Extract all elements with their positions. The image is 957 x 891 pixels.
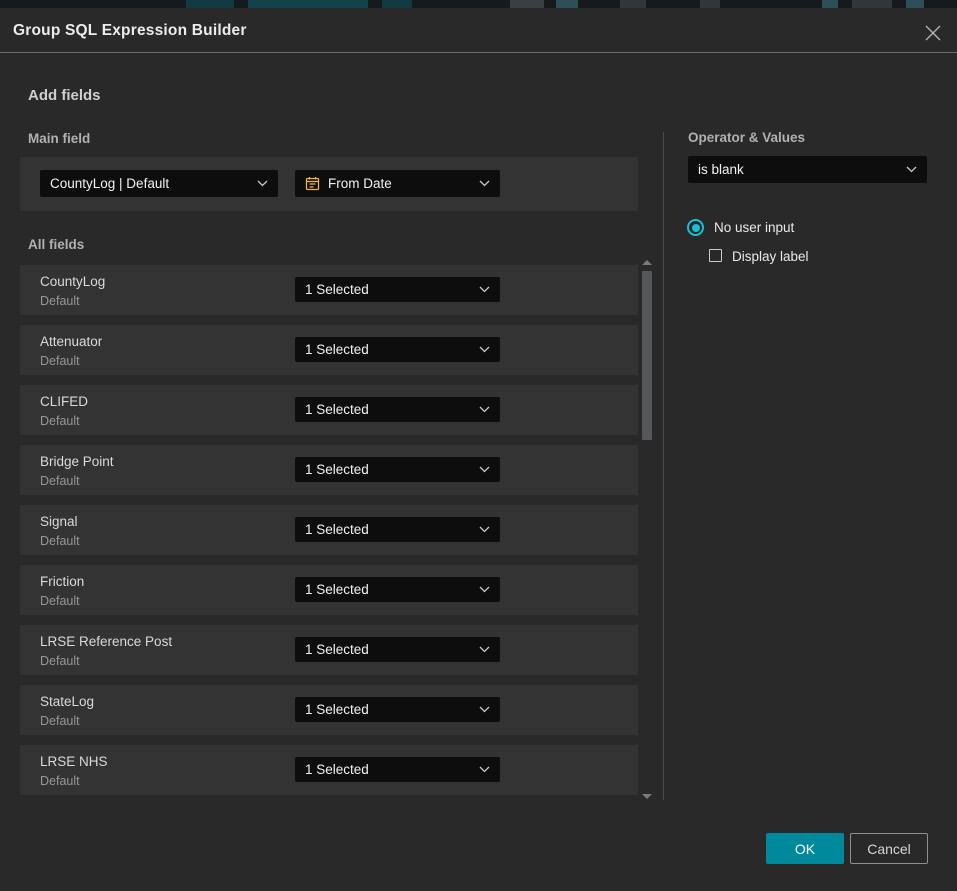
field-selection-dropdown[interactable]: 1 Selected — [295, 397, 500, 422]
scrollbar-down-icon[interactable] — [642, 794, 652, 799]
field-sublabel: Default — [40, 774, 80, 788]
display-label-checkbox[interactable] — [709, 249, 722, 262]
scrollbar-up-icon[interactable] — [642, 260, 652, 265]
add-fields-heading: Add fields — [28, 87, 101, 104]
chevron-down-icon — [906, 166, 917, 173]
no-user-input-label: No user input — [714, 220, 794, 235]
field-name: StateLog — [40, 694, 94, 709]
field-row: Signal Default 1 Selected — [20, 505, 638, 555]
field-selection-value: 1 Selected — [305, 402, 369, 417]
field-selection-value: 1 Selected — [305, 762, 369, 777]
layer-select-value: CountyLog | Default — [50, 176, 169, 191]
cancel-button[interactable]: Cancel — [850, 833, 928, 864]
operator-values-heading: Operator & Values — [688, 130, 805, 145]
background-fragment — [556, 0, 578, 8]
field-row: Attenuator Default 1 Selected — [20, 325, 638, 375]
field-row: CLIFED Default 1 Selected — [20, 385, 638, 435]
dialog-title: Group SQL Expression Builder — [13, 8, 247, 53]
field-selection-dropdown[interactable]: 1 Selected — [295, 697, 500, 722]
screen: Group SQL Expression Builder Add fields … — [0, 0, 957, 891]
field-sublabel: Default — [40, 714, 80, 728]
all-fields-label: All fields — [28, 237, 84, 252]
field-selection-value: 1 Selected — [305, 702, 369, 717]
ok-button[interactable]: OK — [766, 833, 844, 864]
field-selection-value: 1 Selected — [305, 642, 369, 657]
field-selection-dropdown[interactable]: 1 Selected — [295, 277, 500, 302]
field-name: Signal — [40, 514, 78, 529]
field-name: LRSE Reference Post — [40, 634, 172, 649]
field-name: CountyLog — [40, 274, 105, 289]
chevron-down-icon — [479, 466, 490, 473]
chevron-down-icon — [479, 706, 490, 713]
field-name: LRSE NHS — [40, 754, 108, 769]
field-name: Bridge Point — [40, 454, 114, 469]
background-fragment — [186, 0, 234, 8]
chevron-down-icon — [479, 766, 490, 773]
chevron-down-icon — [479, 406, 490, 413]
chevron-down-icon — [479, 180, 490, 187]
field-selection-value: 1 Selected — [305, 282, 369, 297]
operator-value: is blank — [698, 162, 744, 177]
field-selection-dropdown[interactable]: 1 Selected — [295, 577, 500, 602]
field-row: LRSE NHS Default 1 Selected — [20, 745, 638, 795]
field-selection-dropdown[interactable]: 1 Selected — [295, 757, 500, 782]
field-sublabel: Default — [40, 414, 80, 428]
close-icon — [923, 23, 943, 48]
no-user-input-radio[interactable] — [687, 219, 704, 236]
chevron-down-icon — [479, 346, 490, 353]
scrollbar-thumb[interactable] — [642, 271, 652, 440]
background-fragment — [382, 0, 412, 8]
field-sublabel: Default — [40, 354, 80, 368]
field-selection-dropdown[interactable]: 1 Selected — [295, 637, 500, 662]
background-fragment — [906, 0, 924, 8]
chevron-down-icon — [479, 526, 490, 533]
background-fragment — [700, 0, 720, 8]
background-fragment — [620, 0, 646, 8]
background-fragment — [822, 0, 838, 8]
close-button[interactable] — [922, 24, 944, 46]
field-selection-value: 1 Selected — [305, 462, 369, 477]
field-row: StateLog Default 1 Selected — [20, 685, 638, 735]
field-selection-value: 1 Selected — [305, 342, 369, 357]
background-fragment — [852, 0, 892, 8]
field-row: LRSE Reference Post Default 1 Selected — [20, 625, 638, 675]
operator-dropdown[interactable]: is blank — [688, 156, 927, 183]
chevron-down-icon — [479, 286, 490, 293]
field-sublabel: Default — [40, 594, 80, 608]
field-sublabel: Default — [40, 474, 80, 488]
background-fragment — [248, 0, 368, 8]
field-selection-value: 1 Selected — [305, 582, 369, 597]
display-label-text: Display label — [732, 249, 809, 264]
field-sublabel: Default — [40, 534, 80, 548]
chevron-down-icon — [479, 646, 490, 653]
field-name: Attenuator — [40, 334, 102, 349]
calendar-icon — [305, 176, 320, 191]
field-row: Friction Default 1 Selected — [20, 565, 638, 615]
panel-divider — [663, 132, 664, 800]
field-selection-dropdown[interactable]: 1 Selected — [295, 457, 500, 482]
chevron-down-icon — [257, 180, 268, 187]
dialog-titlebar: Group SQL Expression Builder — [0, 8, 957, 53]
field-name: CLIFED — [40, 394, 88, 409]
main-field-label: Main field — [28, 131, 90, 146]
chevron-down-icon — [479, 586, 490, 593]
field-selection-value: 1 Selected — [305, 522, 369, 537]
date-field-dropdown[interactable]: From Date — [295, 170, 500, 197]
field-row: Bridge Point Default 1 Selected — [20, 445, 638, 495]
layer-select-dropdown[interactable]: CountyLog | Default — [40, 170, 278, 197]
field-selection-dropdown[interactable]: 1 Selected — [295, 517, 500, 542]
field-selection-dropdown[interactable]: 1 Selected — [295, 337, 500, 362]
background-app-strip — [0, 0, 957, 8]
field-sublabel: Default — [40, 294, 80, 308]
field-row: CountyLog Default 1 Selected — [20, 265, 638, 315]
field-name: Friction — [40, 574, 84, 589]
background-fragment — [510, 0, 544, 8]
field-sublabel: Default — [40, 654, 80, 668]
date-field-value: From Date — [328, 176, 392, 191]
